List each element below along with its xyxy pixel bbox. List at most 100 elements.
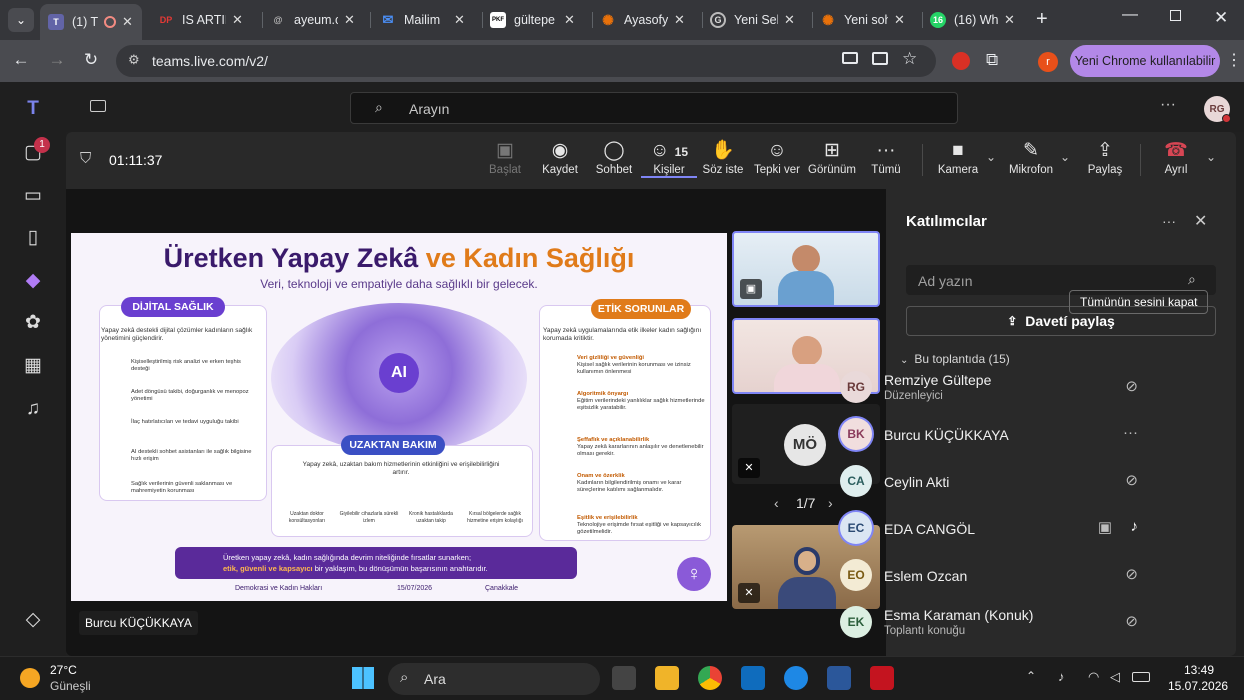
close-tab-icon[interactable]: ✕ (894, 12, 905, 28)
mic-options-chevron-icon[interactable]: ⌄ (1060, 150, 1070, 164)
close-tab-icon[interactable]: ✕ (344, 12, 355, 28)
chrome-menu-icon[interactable]: ⋮ (1226, 50, 1242, 70)
participant-row[interactable]: BK Burcu KÜÇÜKKAYA ··· (840, 413, 1150, 457)
next-page-chevron-icon[interactable]: › (828, 495, 833, 511)
browser-tab-2[interactable]: DP IS ARTIF ✕ (158, 6, 258, 34)
reload-icon[interactable]: ↻ (80, 50, 102, 70)
forward-arrow-icon[interactable]: → (46, 50, 68, 70)
in-meeting-section-header[interactable]: ⌄ Bu toplantıda (15) (900, 352, 1010, 366)
camera-in-use-icon[interactable] (842, 52, 858, 64)
close-tab-icon[interactable]: ✕ (122, 14, 133, 30)
sidebar-toggle-icon[interactable] (90, 100, 106, 112)
participant-row[interactable]: EO Eslem Ozcan ⊘ (840, 554, 1150, 598)
acrobat-icon[interactable] (870, 666, 894, 690)
battery-icon[interactable] (1132, 672, 1150, 682)
minimize-window-icon[interactable]: — (1122, 6, 1138, 24)
close-panel-icon[interactable]: ✕ (1194, 211, 1207, 231)
camera-button[interactable]: ■ Kamera (930, 138, 986, 176)
chrome-app-icon[interactable] (698, 666, 722, 690)
video-tile-1[interactable]: ▣ (732, 231, 880, 307)
mic-off-icon[interactable]: ⊘ (1125, 377, 1138, 395)
activity-bell-icon[interactable]: ♫ (22, 398, 44, 420)
close-tab-icon[interactable]: ✕ (1004, 12, 1015, 28)
mute-all-button[interactable]: Tümünün sesini kapat (1069, 290, 1209, 314)
close-tab-icon[interactable]: ✕ (674, 12, 685, 28)
close-tab-icon[interactable]: ✕ (232, 12, 243, 28)
browser-tab-7[interactable]: G Yeni Sek ✕ (710, 6, 810, 34)
start-button[interactable]: ▣ Başlat (477, 138, 533, 176)
share-button[interactable]: ⇪ Paylaş (1077, 138, 1133, 176)
profile-avatar[interactable]: r (1038, 52, 1058, 72)
browser-tab-teams[interactable]: T (1) T ✕ (40, 4, 142, 40)
outlook-icon[interactable] (741, 666, 765, 690)
restore-window-icon[interactable] (1170, 10, 1181, 21)
chat-button[interactable]: ◯ Sohbet (586, 138, 642, 176)
mic-off-icon[interactable]: ⊘ (1125, 471, 1138, 489)
premium-diamond-icon[interactable]: ◇ (22, 609, 44, 631)
windows-start-icon[interactable] (352, 667, 374, 689)
camera-options-chevron-icon[interactable]: ⌄ (986, 150, 996, 164)
record-button[interactable]: ◉ Kaydet (532, 138, 588, 176)
footer-line-2: bir yaklaşım, bu dönüşümün başarısının a… (314, 564, 488, 573)
clock-time[interactable]: 13:49 (1184, 663, 1214, 677)
address-bar[interactable]: ⚙ teams.live.com/v2/ ☆ (116, 45, 936, 77)
task-view-icon[interactable] (612, 666, 636, 690)
file-explorer-icon[interactable] (655, 666, 679, 690)
word-icon[interactable] (827, 666, 851, 690)
copilot-icon[interactable]: ◆ (22, 270, 44, 292)
participant-row[interactable]: RG Remziye Gültepe Düzenleyici ⊘ (840, 366, 1150, 410)
browser-tab-5[interactable]: PKF gültepe ✕ (490, 6, 590, 34)
mic-on-icon[interactable]: ♪ (1131, 518, 1139, 535)
tab-search-button[interactable]: ⌄ (8, 8, 34, 32)
communities-icon[interactable]: ✿ (22, 312, 44, 334)
raise-hand-button[interactable]: ✋ Söz iste (695, 138, 751, 176)
view-button[interactable]: ⊞ Görünüm (804, 138, 860, 176)
close-tab-icon[interactable]: ✕ (454, 12, 465, 28)
meet-video-icon[interactable]: ▭ (22, 185, 44, 207)
previous-page-chevron-icon[interactable]: ‹ (774, 495, 779, 511)
mic-off-icon[interactable]: ⊘ (1125, 612, 1138, 630)
hand-icon: ✋ (711, 140, 735, 161)
people-button[interactable]: ☺ 15 Kişiler (641, 138, 697, 178)
panel-more-icon[interactable]: ··· (1162, 213, 1176, 229)
weather-sun-icon[interactable] (20, 668, 40, 688)
participant-row[interactable]: EC EDA CANGÖL ♪ ▣ (840, 507, 1150, 551)
participant-row[interactable]: EK Esma Karaman (Konuk) Toplantı konuğu ⊘ (840, 601, 1150, 645)
close-window-icon[interactable]: ✕ (1214, 8, 1228, 28)
wifi-icon[interactable]: ◠ (1088, 669, 1099, 685)
back-arrow-icon[interactable]: ← (10, 50, 32, 70)
teams-search-input[interactable]: ⌕ Arayın (350, 92, 958, 124)
teams-logo-icon[interactable]: T (22, 98, 44, 120)
close-tab-icon[interactable]: ✕ (784, 12, 795, 28)
browser-tab-9[interactable]: 16 (16) Wh ✕ (930, 6, 1030, 34)
cast-icon[interactable] (872, 52, 888, 65)
browser-tab-4[interactable]: ✉ Mailim ✕ (380, 6, 480, 34)
microphone-button[interactable]: ✎ Mikrofon (1003, 138, 1059, 176)
edge-icon[interactable] (784, 666, 808, 690)
browser-tab-3[interactable]: @ ayeum.c ✕ (270, 6, 366, 34)
extension-red-icon[interactable] (952, 52, 970, 70)
volume-icon[interactable]: ◁ (1110, 669, 1120, 685)
taskbar-search-box[interactable]: ⌕ Ara (388, 663, 600, 695)
show-hidden-icons-chevron-icon[interactable]: ⌃ (1026, 669, 1036, 683)
clock-date[interactable]: 15.07.2026 (1168, 679, 1228, 693)
tray-mic-icon[interactable]: ♪ (1058, 669, 1065, 684)
browser-tab-6[interactable]: ✺ Ayasofy ✕ (600, 6, 700, 34)
more-button[interactable]: ··· Tümü (858, 138, 914, 176)
extensions-puzzle-icon[interactable]: ⧉ (986, 50, 998, 70)
new-tab-button[interactable]: + (1036, 8, 1048, 31)
mic-off-icon[interactable]: ⊘ (1125, 565, 1138, 583)
bookmark-star-icon[interactable]: ☆ (902, 49, 917, 69)
contacts-icon[interactable]: ▯ (22, 227, 44, 249)
participant-more-icon[interactable]: ··· (1123, 424, 1138, 441)
calendar-icon[interactable]: ▦ (22, 355, 44, 377)
leave-options-chevron-icon[interactable]: ⌄ (1206, 150, 1216, 164)
site-settings-icon[interactable]: ⚙ (128, 52, 140, 68)
more-options-icon[interactable]: ··· (1160, 96, 1176, 114)
leave-button[interactable]: ☎ Ayrıl (1148, 138, 1204, 176)
close-tab-icon[interactable]: ✕ (564, 12, 575, 28)
chrome-update-button[interactable]: Yeni Chrome kullanılabilir (1070, 45, 1220, 77)
react-button[interactable]: ☺ Tepki ver (749, 138, 805, 176)
browser-tab-8[interactable]: ✺ Yeni soh ✕ (820, 6, 920, 34)
participant-row[interactable]: CA Ceylin Akti ⊘ (840, 460, 1150, 504)
